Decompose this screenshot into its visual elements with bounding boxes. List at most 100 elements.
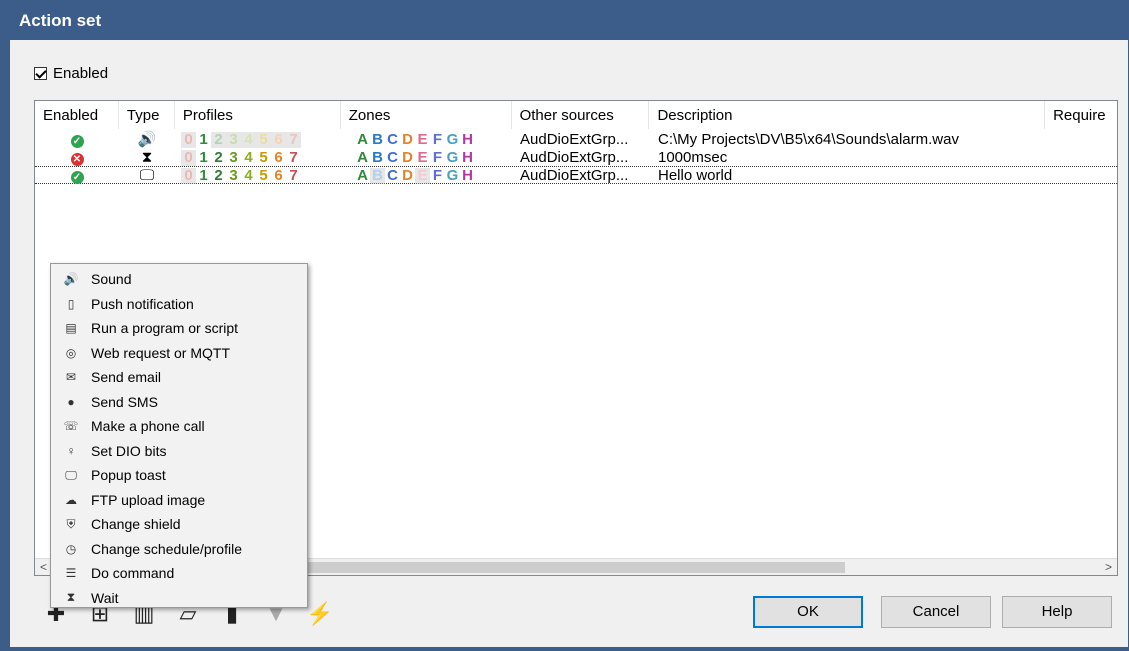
help-button[interactable]: Help (1002, 596, 1112, 628)
menu-item[interactable]: ☏ Make a phone call (51, 414, 307, 439)
menu-item-label: Do command (91, 565, 175, 582)
menu-item[interactable]: 🖵 Popup toast (51, 463, 307, 488)
menu-item[interactable]: ☰ Do command (51, 561, 307, 586)
menu-item-label: Web request or MQTT (91, 344, 231, 361)
zone-letter: G (446, 148, 459, 166)
profile-digit: 6 (271, 131, 286, 148)
zones-cell[interactable]: ABCDEFGH (341, 167, 512, 184)
zone-letter: C (387, 130, 398, 148)
zone-letter: B (372, 148, 383, 166)
description-cell: 1000msec (658, 148, 728, 166)
hourglass-icon: ⧗ (141, 148, 153, 166)
menu-item-label: Wait (91, 589, 119, 606)
column-description[interactable]: Description (649, 101, 1046, 129)
profile-digit: 0 (181, 131, 196, 148)
menu-item[interactable]: ☁ FTP upload image (51, 488, 307, 513)
globe-icon: ◎ (65, 345, 77, 360)
zone-letter: G (446, 166, 459, 184)
profile-digit: 1 (199, 166, 208, 184)
profiles-cell[interactable]: 01234567 (175, 149, 341, 166)
profile-digit: 7 (289, 166, 298, 184)
profiles-cell[interactable]: 01234567 (175, 131, 341, 148)
window-title: Action set (0, 0, 1129, 40)
description-cell: C:\My Projects\DV\B5\x64\Sounds\alarm.wa… (658, 130, 959, 148)
zones-cell[interactable]: ABCDEFGH (341, 131, 512, 148)
profile-digit: 2 (214, 166, 223, 184)
zone-letter: H (462, 166, 473, 184)
zone-letter: D (402, 148, 413, 166)
menu-item-label: Make a phone call (91, 418, 205, 435)
menu-item[interactable]: ⧗ Wait (51, 586, 307, 611)
column-enabled[interactable]: Enabled (35, 101, 119, 129)
test-icon[interactable]: ⚡ (304, 598, 336, 630)
description-cell: Hello world (658, 166, 733, 184)
column-require[interactable]: Require (1045, 101, 1117, 129)
add-action-menu: 🔊 Sound ▯ Push notification ▤ Run a program o… (50, 263, 308, 608)
menu-item-label: Push notification (91, 295, 194, 312)
menu-item[interactable]: ⛨ Change shield (51, 512, 307, 537)
zone-letter: B (370, 167, 385, 184)
zone-letter: F (432, 166, 443, 184)
profile-digit: 7 (289, 148, 298, 166)
table-row[interactable]: ✓ 🖵 0 1 2 3 4 5 6 7 A B C D E F G H AudDioExtGrp... Hello w… (35, 166, 1117, 184)
other-sources-cell: AudDioExtGrp... (520, 148, 629, 166)
menu-item-label: Sound (91, 271, 132, 288)
cancel-button[interactable]: Cancel (881, 596, 991, 628)
phone-icon: ▯ (67, 296, 75, 311)
menu-item[interactable]: ◎ Web request or MQTT (51, 341, 307, 366)
zone-letter: E (415, 167, 430, 184)
monitor-icon: 🖵 (139, 166, 155, 184)
other-sources-cell: AudDioExtGrp... (520, 130, 629, 148)
column-profiles[interactable]: Profiles (175, 101, 341, 129)
menu-item-label: Popup toast (91, 467, 166, 484)
enabled-checkbox[interactable]: Enabled (34, 65, 108, 82)
profile-digit: 6 (274, 166, 283, 184)
check-circle-icon: ✓ (70, 170, 84, 184)
menu-item[interactable]: 🔊 Sound (51, 267, 307, 292)
clock-icon: ◷ (65, 541, 77, 556)
menu-item[interactable]: ▯ Push notification (51, 292, 307, 317)
menu-item[interactable]: ◷ Change schedule/profile (51, 537, 307, 562)
other-sources-cell: AudDioExtGrp... (520, 166, 629, 184)
profile-digit: 3 (229, 166, 238, 184)
shield-icon: ⛨ (66, 516, 76, 531)
column-other-sources[interactable]: Other sources (512, 101, 650, 129)
table-row[interactable]: ✓ 🔊 0 1 2 3 4 5 6 7 A B C D E F G H AudDioExtGrp... C:\My P… (35, 130, 1117, 148)
zone-letter: F (432, 130, 443, 148)
enabled-cell[interactable]: ✕ (35, 149, 119, 166)
menu-item[interactable]: ● Send SMS (51, 390, 307, 415)
zone-letter: F (432, 148, 443, 166)
column-zones[interactable]: Zones (341, 101, 512, 129)
menu-item[interactable]: ▤ Run a program or script (51, 316, 307, 341)
check-circle-icon: ✓ (70, 134, 84, 148)
zones-cell[interactable]: ABCDEFGH (341, 149, 512, 166)
enabled-cell[interactable]: ✓ (35, 131, 119, 148)
enabled-checkbox-label: Enabled (53, 65, 109, 82)
profiles-cell[interactable]: 01234567 (175, 167, 341, 184)
checkbox-box[interactable] (34, 67, 47, 80)
ok-button[interactable]: OK (753, 596, 863, 628)
profile-digit: 1 (199, 148, 208, 166)
profile-digit: 5 (256, 131, 271, 148)
zone-letter: C (387, 148, 398, 166)
menu-item-label: Change shield (91, 516, 181, 533)
menu-item[interactable]: ✉ Send email (51, 365, 307, 390)
menu-item-label: Send email (91, 369, 162, 386)
menu-item[interactable]: ♀ Set DIO bits (51, 439, 307, 464)
table-row[interactable]: ✕ ⧗ 0 1 2 3 4 5 6 7 A B C D E F G H AudDioExtGrp... 1000mse… (35, 148, 1117, 166)
profile-digit: 7 (286, 131, 301, 148)
menu-item-label: FTP upload image (91, 491, 206, 508)
script-icon: ▤ (65, 321, 77, 336)
zone-letter: H (462, 130, 473, 148)
scroll-right-icon[interactable]: > (1100, 559, 1117, 575)
profile-digit: 4 (241, 131, 256, 148)
bulb-icon: ♀ (66, 443, 76, 458)
zone-letter: D (402, 130, 413, 148)
list-icon: ☰ (65, 566, 77, 581)
enabled-cell[interactable]: ✓ (35, 167, 119, 184)
profile-digit: 6 (274, 148, 283, 166)
speaker-icon: 🔊 (137, 131, 157, 148)
menu-item-label: Change schedule/profile (91, 540, 242, 557)
profile-digit: 0 (181, 149, 196, 166)
column-type[interactable]: Type (119, 101, 175, 129)
